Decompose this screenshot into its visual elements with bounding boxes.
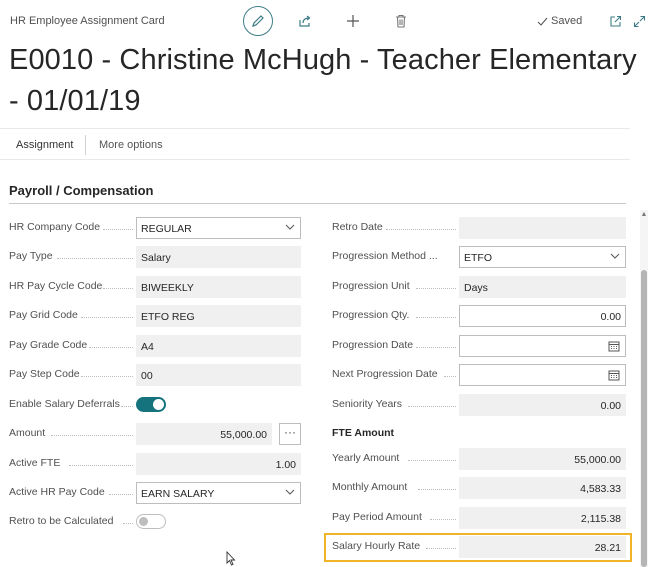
progression-date-input[interactable] bbox=[459, 335, 626, 357]
field-pay-step-code: Pay Step Code 00 bbox=[9, 364, 301, 386]
share-button[interactable] bbox=[290, 6, 320, 36]
checkmark-icon bbox=[537, 17, 548, 26]
field-hr-company-code: HR Company Code REGULAR bbox=[9, 217, 301, 239]
field-enable-salary-deferrals: Enable Salary Deferrals bbox=[9, 394, 301, 416]
amount-field: 55,000.00 bbox=[136, 423, 272, 445]
seniority-years-field: 0.00 bbox=[459, 394, 626, 416]
active-hr-pay-code-select[interactable]: EARN SALARY bbox=[136, 482, 301, 504]
fte-amount-heading: FTE Amount bbox=[332, 427, 395, 439]
field-label: HR Company Code bbox=[9, 221, 101, 233]
field-amount: Amount 55,000.00 ··· bbox=[9, 423, 301, 445]
retro-to-be-calculated-toggle[interactable] bbox=[136, 514, 166, 529]
active-fte-field: 1.00 bbox=[136, 453, 301, 475]
field-label: Pay Grade Code bbox=[9, 339, 88, 351]
field-pay-type: Pay Type Salary bbox=[9, 246, 301, 268]
field-label: Monthly Amount bbox=[332, 481, 408, 493]
chevron-down-icon bbox=[285, 489, 295, 495]
action-assignment[interactable]: Assignment bbox=[16, 139, 73, 151]
hr-company-code-select[interactable]: REGULAR bbox=[136, 217, 301, 239]
field-hr-pay-cycle-code: HR Pay Cycle Code BIWEEKLY bbox=[9, 276, 301, 298]
field-label: Retro Date bbox=[332, 221, 383, 233]
progression-method-select[interactable]: ETFO bbox=[459, 246, 626, 268]
monthly-amount-field: 4,583.33 bbox=[459, 477, 626, 499]
field-label: Seniority Years bbox=[332, 398, 403, 410]
field-label: Progression Unit bbox=[332, 280, 410, 292]
retro-date-field bbox=[459, 217, 626, 239]
vertical-scrollbar[interactable]: ▲ bbox=[640, 210, 648, 567]
section-title[interactable]: Payroll / Compensation bbox=[9, 183, 153, 198]
field-label: Progression Method ... bbox=[332, 250, 438, 262]
new-button[interactable] bbox=[338, 6, 368, 36]
chevron-down-icon bbox=[285, 224, 295, 230]
field-progression-date: Progression Date bbox=[332, 335, 626, 357]
next-progression-date-input[interactable] bbox=[459, 364, 626, 386]
field-pay-period-amount: Pay Period Amount 2,115.38 bbox=[332, 507, 626, 529]
share-icon bbox=[299, 15, 311, 27]
yearly-amount-field: 55,000.00 bbox=[459, 448, 626, 470]
field-label: Yearly Amount bbox=[332, 452, 400, 464]
field-progression-qty: Progression Qty. 0.00 bbox=[332, 305, 626, 327]
mouse-cursor-icon bbox=[226, 551, 236, 566]
top-bar: HR Employee Assignment Card Saved bbox=[0, 0, 660, 42]
field-yearly-amount: Yearly Amount 55,000.00 bbox=[332, 448, 626, 470]
progression-unit-field: Days bbox=[459, 276, 626, 298]
action-separator bbox=[85, 135, 86, 155]
amount-lookup-button[interactable]: ··· bbox=[279, 423, 301, 445]
pay-step-code-field: 00 bbox=[136, 364, 301, 386]
scrollbar-thumb[interactable] bbox=[641, 270, 647, 567]
field-label: Pay Grid Code bbox=[9, 309, 78, 321]
field-next-progression-date: Next Progression Date bbox=[332, 364, 626, 386]
field-retro-date: Retro Date bbox=[332, 217, 626, 239]
field-label: Pay Period Amount bbox=[332, 511, 422, 523]
pay-type-field: Salary bbox=[136, 246, 301, 268]
hr-pay-cycle-code-field: BIWEEKLY bbox=[136, 276, 301, 298]
delete-button[interactable] bbox=[386, 6, 416, 36]
field-progression-unit: Progression Unit Days bbox=[332, 276, 626, 298]
saved-label: Saved bbox=[551, 15, 583, 27]
field-label: HR Pay Cycle Code bbox=[9, 280, 103, 292]
field-label: Active FTE bbox=[9, 457, 61, 469]
field-label: Pay Type bbox=[9, 250, 53, 262]
field-retro-to-be-calculated: Retro to be Calculated bbox=[9, 511, 301, 533]
field-active-fte: Active FTE 1.00 bbox=[9, 453, 301, 475]
add-icon bbox=[347, 15, 359, 27]
field-label: Progression Date bbox=[332, 339, 414, 351]
field-label: Retro to be Calculated bbox=[9, 515, 114, 527]
expand-icon bbox=[633, 15, 645, 27]
field-label: Pay Step Code bbox=[9, 368, 80, 380]
pay-grade-code-field: A4 bbox=[136, 335, 301, 357]
section-divider bbox=[9, 203, 626, 204]
field-seniority-years: Seniority Years 0.00 bbox=[332, 394, 626, 416]
field-pay-grade-code: Pay Grade Code A4 bbox=[9, 335, 301, 357]
page-title: E0010 - Christine McHugh - Teacher Eleme… bbox=[9, 44, 637, 117]
field-monthly-amount: Monthly Amount 4,583.33 bbox=[332, 477, 626, 499]
pay-period-amount-field: 2,115.38 bbox=[459, 507, 626, 529]
delete-icon bbox=[396, 14, 406, 28]
saved-status: Saved bbox=[537, 15, 582, 27]
field-progression-method: Progression Method ... ETFO bbox=[332, 246, 626, 268]
calendar-icon[interactable] bbox=[608, 340, 620, 352]
card-type-label: HR Employee Assignment Card bbox=[10, 15, 165, 27]
edit-button[interactable] bbox=[243, 6, 273, 36]
highlight-box bbox=[324, 533, 632, 562]
pay-grid-code-field: ETFO REG bbox=[136, 305, 301, 327]
field-active-hr-pay-code: Active HR Pay Code EARN SALARY bbox=[9, 482, 301, 504]
chevron-down-icon bbox=[610, 253, 620, 259]
edit-icon bbox=[252, 15, 264, 27]
field-label: Progression Qty. bbox=[332, 309, 410, 321]
collapse-expand-button[interactable] bbox=[624, 6, 654, 36]
field-label: Next Progression Date bbox=[332, 368, 438, 380]
field-label: Enable Salary Deferrals bbox=[9, 398, 120, 410]
field-pay-grid-code: Pay Grid Code ETFO REG bbox=[9, 305, 301, 327]
action-bar: Assignment More options bbox=[0, 128, 630, 160]
field-label: Active HR Pay Code bbox=[9, 486, 105, 498]
enable-salary-deferrals-toggle[interactable] bbox=[136, 397, 166, 412]
popout-icon bbox=[609, 15, 621, 27]
scroll-up-arrow-icon[interactable]: ▲ bbox=[640, 210, 648, 220]
field-label: Amount bbox=[9, 427, 46, 439]
action-more-options[interactable]: More options bbox=[99, 139, 163, 151]
progression-qty-input[interactable]: 0.00 bbox=[459, 305, 626, 327]
calendar-icon[interactable] bbox=[608, 369, 620, 381]
